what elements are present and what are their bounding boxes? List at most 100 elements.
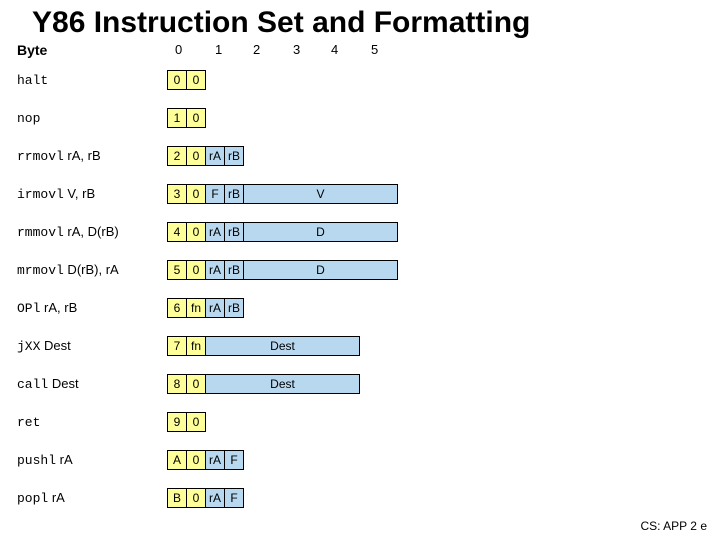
- instruction-label: nop: [17, 110, 167, 126]
- encoding-cell: rA: [205, 146, 225, 166]
- operands: D(rB), rA: [64, 262, 119, 277]
- mnemonic: nop: [17, 111, 40, 126]
- operands: rA, rB: [64, 148, 101, 163]
- byte-header-2: 2: [253, 42, 260, 57]
- encoding-cells: A0rAF: [167, 450, 244, 470]
- encoding-cell: fn: [186, 336, 206, 356]
- encoding-cells: 40rArBD: [167, 222, 398, 242]
- encoding-cell: rB: [224, 222, 244, 242]
- instruction-row: ret 90: [17, 412, 206, 432]
- operands: rA, rB: [40, 300, 77, 315]
- mnemonic: halt: [17, 73, 48, 88]
- encoding-cell: rA: [205, 488, 225, 508]
- encoding-cells: 80Dest: [167, 374, 360, 394]
- encoding-cell: rB: [224, 146, 244, 166]
- encoding-cell: 7: [167, 336, 187, 356]
- encoding-cell: 0: [186, 108, 206, 128]
- instruction-label: jXX Dest: [17, 338, 167, 354]
- operands: rA: [56, 452, 73, 467]
- instruction-label: ret: [17, 414, 167, 430]
- instruction-row: jXX Dest7fnDest: [17, 336, 360, 356]
- encoding-cell: F: [224, 488, 244, 508]
- encoding-cell: 0: [186, 488, 206, 508]
- encoding-cell: rA: [205, 260, 225, 280]
- operands: Dest: [40, 338, 70, 353]
- encoding-cells: 30FrBV: [167, 184, 398, 204]
- encoding-cell: Dest: [205, 336, 360, 356]
- instruction-label: popl rA: [17, 490, 167, 506]
- encoding-cell: 2: [167, 146, 187, 166]
- encoding-cell: 0: [186, 146, 206, 166]
- encoding-cell: 0: [186, 412, 206, 432]
- encoding-cell: rA: [205, 222, 225, 242]
- mnemonic: rmmovl: [17, 225, 64, 240]
- instruction-label: mrmovl D(rB), rA: [17, 262, 167, 278]
- operands: V, rB: [64, 186, 95, 201]
- instruction-label: halt: [17, 72, 167, 88]
- mnemonic: pushl: [17, 453, 56, 468]
- encoding-cell: A: [167, 450, 187, 470]
- instruction-row: mrmovl D(rB), rA50rArBD: [17, 260, 398, 280]
- operands: rA: [48, 490, 65, 505]
- instruction-row: halt 00: [17, 70, 206, 90]
- encoding-cell: 8: [167, 374, 187, 394]
- instruction-row: rrmovl rA, rB20rArB: [17, 146, 244, 166]
- encoding-cells: 20rArB: [167, 146, 244, 166]
- encoding-cell: rA: [205, 450, 225, 470]
- encoding-cell: 0: [186, 260, 206, 280]
- byte-header-5: 5: [371, 42, 378, 57]
- instruction-row: irmovl V, rB30FrBV: [17, 184, 398, 204]
- operands: Dest: [48, 376, 78, 391]
- encoding-cell: Dest: [205, 374, 360, 394]
- encoding-cell: F: [205, 184, 225, 204]
- byte-header-3: 3: [293, 42, 300, 57]
- mnemonic: OPl: [17, 301, 40, 316]
- encoding-cell: 0: [186, 70, 206, 90]
- encoding-cell: V: [243, 184, 398, 204]
- instruction-row: OPl rA, rB6fnrArB: [17, 298, 244, 318]
- footer-text: CS: APP 2 e: [641, 519, 708, 533]
- mnemonic: popl: [17, 491, 48, 506]
- instruction-row: pushl rAA0rAF: [17, 450, 244, 470]
- encoding-cell: D: [243, 222, 398, 242]
- mnemonic: mrmovl: [17, 263, 64, 278]
- encoding-cell: 9: [167, 412, 187, 432]
- instruction-label: irmovl V, rB: [17, 186, 167, 202]
- encoding-cells: B0rAF: [167, 488, 244, 508]
- mnemonic: jXX: [17, 339, 40, 354]
- encoding-cells: 7fnDest: [167, 336, 360, 356]
- encoding-cell: 0: [186, 184, 206, 204]
- operands: rA, D(rB): [64, 224, 119, 239]
- mnemonic: rrmovl: [17, 149, 64, 164]
- encoding-cells: 10: [167, 108, 206, 128]
- encoding-cells: 90: [167, 412, 206, 432]
- instruction-label: OPl rA, rB: [17, 300, 167, 316]
- encoding-cell: rB: [224, 184, 244, 204]
- encoding-cell: 0: [186, 222, 206, 242]
- instruction-row: call Dest80Dest: [17, 374, 360, 394]
- instruction-row: nop 10: [17, 108, 206, 128]
- encoding-cell: B: [167, 488, 187, 508]
- encoding-cell: F: [224, 450, 244, 470]
- instruction-label: rrmovl rA, rB: [17, 148, 167, 164]
- encoding-cell: 0: [186, 450, 206, 470]
- mnemonic: irmovl: [17, 187, 64, 202]
- mnemonic: ret: [17, 415, 40, 430]
- encoding-cell: rB: [224, 260, 244, 280]
- encoding-cell: 4: [167, 222, 187, 242]
- instruction-label: call Dest: [17, 376, 167, 392]
- encoding-cell: rB: [224, 298, 244, 318]
- byte-header-0: 0: [175, 42, 182, 57]
- encoding-cells: 50rArBD: [167, 260, 398, 280]
- encoding-cells: 6fnrArB: [167, 298, 244, 318]
- encoding-cell: 0: [167, 70, 187, 90]
- byte-header-4: 4: [331, 42, 338, 57]
- instruction-label: pushl rA: [17, 452, 167, 468]
- encoding-cell: 5: [167, 260, 187, 280]
- encoding-cell: 0: [186, 374, 206, 394]
- encoding-cell: 1: [167, 108, 187, 128]
- byte-header-1: 1: [215, 42, 222, 57]
- mnemonic: call: [17, 377, 48, 392]
- encoding-cells: 00: [167, 70, 206, 90]
- byte-label: Byte: [17, 42, 47, 58]
